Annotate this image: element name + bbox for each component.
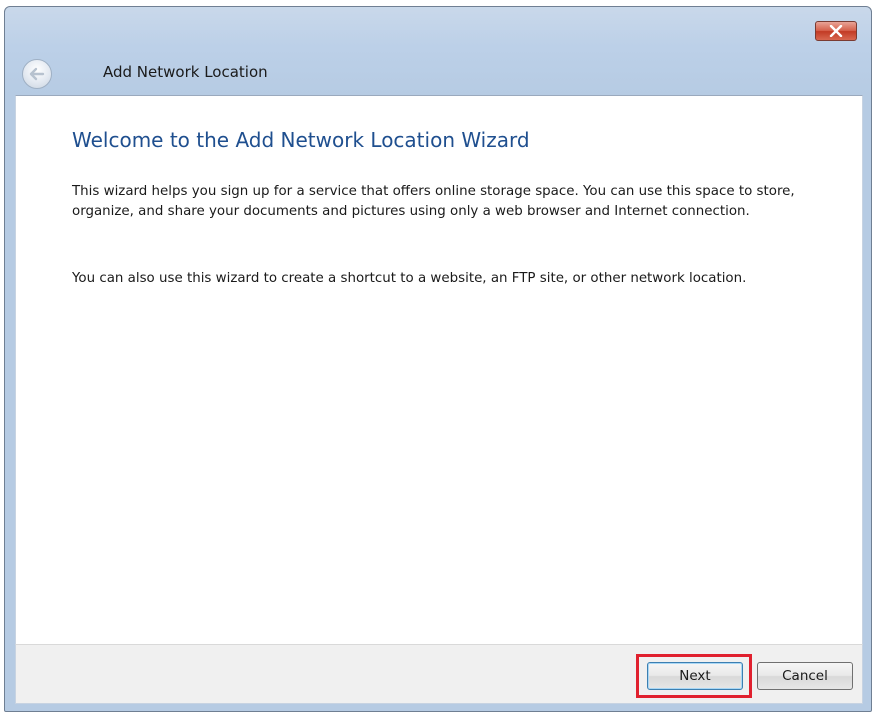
close-button[interactable] (815, 21, 857, 41)
window-title: Add Network Location (103, 63, 268, 81)
page-title: Welcome to the Add Network Location Wiza… (72, 128, 530, 152)
secondary-paragraph: You can also use this wizard to create a… (72, 271, 747, 286)
close-icon (829, 25, 843, 37)
title-bar: Add Network Location (5, 7, 871, 97)
cancel-button[interactable]: Cancel (757, 662, 853, 690)
wizard-window: Add Network Location Welcome to the Add … (4, 6, 872, 712)
back-arrow-icon (29, 67, 45, 81)
intro-paragraph: This wizard helps you sign up for a serv… (72, 184, 795, 219)
wizard-content: Welcome to the Add Network Location Wiza… (15, 95, 863, 645)
back-button[interactable] (22, 59, 52, 89)
next-button[interactable]: Next (647, 662, 743, 690)
button-bar: Next Cancel (15, 644, 863, 704)
